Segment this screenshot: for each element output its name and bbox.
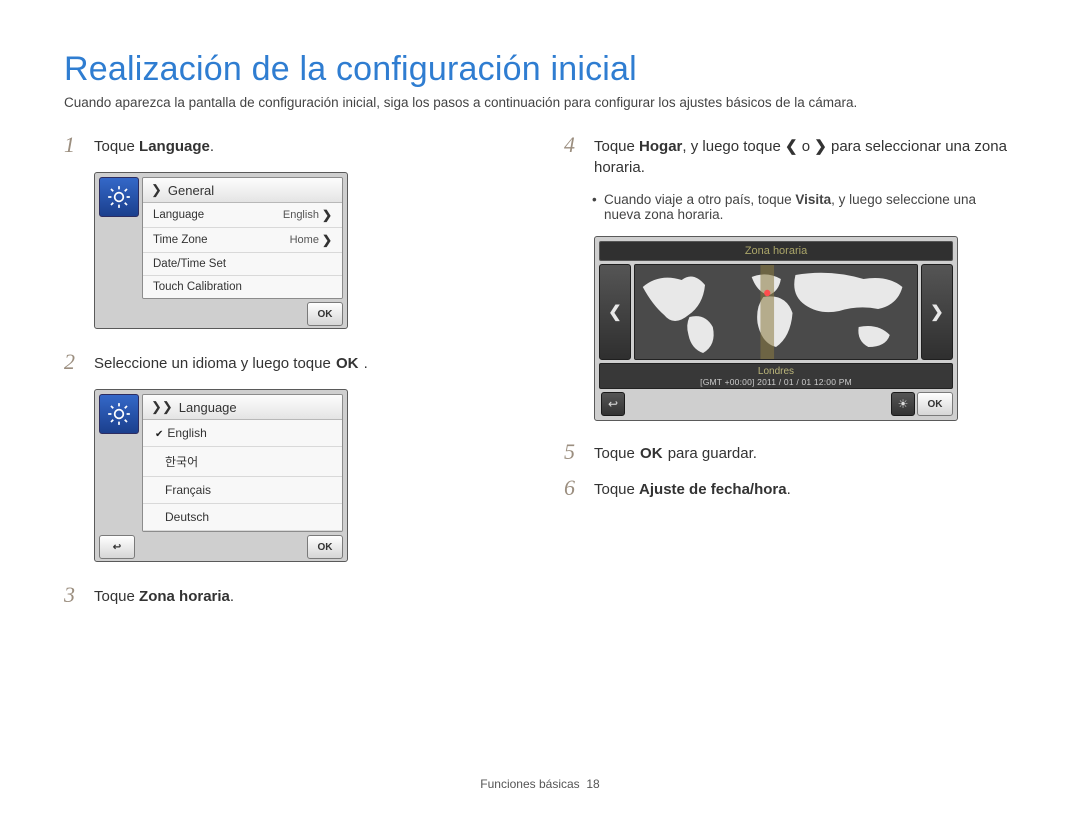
step-number: 6: [564, 477, 588, 499]
back-arrow-icon: ↩: [608, 397, 618, 411]
menu-row-timezone[interactable]: Time Zone Home❯: [143, 228, 342, 253]
row-label: Time Zone: [153, 234, 208, 246]
page-title: Realización de la configuración inicial: [64, 50, 1016, 89]
intro-text: Cuando aparezca la pantalla de configura…: [64, 95, 1016, 110]
menu-row-language[interactable]: Language English❯: [143, 203, 342, 228]
left-arrow-icon: ❮: [785, 138, 798, 155]
step-5-text-b: para guardar.: [664, 445, 757, 462]
gear-icon: [99, 394, 139, 434]
page-footer: Funciones básicas 18: [0, 777, 1080, 791]
ok-button[interactable]: OK: [307, 302, 343, 326]
chevron-right-icon: ❯: [151, 182, 162, 198]
step-2-text-a: Seleccione un idioma y luego toque: [94, 355, 335, 372]
back-button[interactable]: ↩: [99, 535, 135, 559]
footer-label: Funciones básicas: [480, 777, 579, 791]
chevron-right-icon: ❯: [322, 208, 332, 222]
step-number: 4: [564, 134, 588, 156]
chevron-right-icon: ❯: [322, 233, 332, 247]
tz-right-button[interactable]: ❯: [921, 264, 953, 360]
step-4-or: o: [798, 138, 815, 155]
step-1-text-a: Toque: [94, 138, 139, 155]
panel-header: ❯ General: [143, 178, 342, 203]
tz-title: Zona horaria: [599, 241, 953, 261]
step-5-text-a: Toque: [594, 445, 639, 462]
bullet-icon: •: [592, 192, 604, 222]
step-2: 2 Seleccione un idioma y luego toque OK …: [64, 353, 516, 375]
back-arrow-icon: ↩: [113, 542, 121, 553]
sun-icon: ☀: [898, 397, 909, 411]
panel-header: ❯❯ Language: [143, 395, 342, 420]
step-3-bold: Zona horaria: [139, 588, 230, 605]
step-4-sub-bold: Visita: [795, 192, 831, 207]
tz-city: Londres [GMT +00:00] 2011 / 01 / 01 12:0…: [599, 363, 953, 389]
step-number: 1: [64, 134, 88, 156]
step-1-text-b: .: [210, 138, 214, 155]
language-option-german[interactable]: Deutsch: [143, 504, 342, 531]
chevron-right-icon: ❯: [930, 302, 943, 322]
step-4-text-b: , y luego toque: [682, 138, 785, 155]
tz-city-name: Londres: [758, 366, 794, 377]
step-number: 5: [564, 441, 588, 463]
step-4-text-a: Toque: [594, 138, 639, 155]
step-5: 5 Toque OK para guardar.: [564, 443, 1016, 465]
step-4-sub: • Cuando viaje a otro país, toque Visita…: [592, 192, 1016, 222]
panel-header-label: Language: [179, 400, 237, 415]
step-number: 2: [64, 351, 88, 373]
screenshot-general-menu: ❯ General Language English❯ Time Zone Ho…: [94, 172, 348, 329]
gear-icon: [99, 177, 139, 217]
step-6-text-a: Toque: [594, 481, 639, 498]
step-6-bold: Ajuste de fecha/hora: [639, 481, 787, 498]
row-label: Language: [153, 209, 204, 221]
row-value: Home: [290, 234, 319, 246]
footer-page: 18: [586, 777, 599, 791]
step-1: 1 Toque Language.: [64, 136, 516, 158]
panel-header-label: General: [168, 183, 214, 198]
step-4-sub-a: Cuando viaje a otro país, toque: [604, 192, 795, 207]
menu-row-datetime[interactable]: Date/Time Set: [143, 253, 342, 276]
tz-back-button[interactable]: ↩: [601, 392, 625, 416]
row-value: English: [283, 209, 319, 221]
step-number: 3: [64, 584, 88, 606]
step-3-text-b: .: [230, 588, 234, 605]
tz-gmt-line: [GMT +00:00] 2011 / 01 / 01 12:00 PM: [600, 377, 952, 387]
right-arrow-icon: ❯: [814, 138, 827, 155]
step-4: 4 Toque Hogar, y luego toque ❮ o ❯ para …: [564, 136, 1016, 178]
tz-ok-button[interactable]: OK: [917, 392, 953, 416]
chevron-left-icon: ❮: [608, 302, 621, 322]
row-label: Date/Time Set: [153, 258, 226, 270]
language-option-korean[interactable]: 한국어: [143, 447, 342, 477]
ok-icon: OK: [335, 353, 360, 374]
step-3-text-a: Toque: [94, 588, 139, 605]
step-1-bold: Language: [139, 138, 210, 155]
tz-left-button[interactable]: ❮: [599, 264, 631, 360]
menu-row-touchcal[interactable]: Touch Calibration: [143, 276, 342, 298]
step-6: 6 Toque Ajuste de fecha/hora.: [564, 479, 1016, 501]
screenshot-timezone: Zona horaria ❮: [594, 236, 958, 421]
language-option-english[interactable]: English: [143, 420, 342, 447]
screenshot-language-menu: ❯❯ Language English 한국어 Français Deutsch…: [94, 389, 348, 562]
row-label: Touch Calibration: [153, 281, 242, 293]
step-4-bold: Hogar: [639, 138, 682, 155]
chevron-double-right-icon: ❯❯: [151, 399, 173, 415]
ok-button[interactable]: OK: [307, 535, 343, 559]
step-2-text-b: .: [360, 355, 368, 372]
tz-dst-button[interactable]: ☀: [891, 392, 915, 416]
language-option-french[interactable]: Français: [143, 477, 342, 504]
world-map: [634, 264, 918, 360]
step-3: 3 Toque Zona horaria.: [64, 586, 516, 608]
ok-icon: OK: [639, 443, 664, 464]
step-6-text-b: .: [787, 481, 791, 498]
